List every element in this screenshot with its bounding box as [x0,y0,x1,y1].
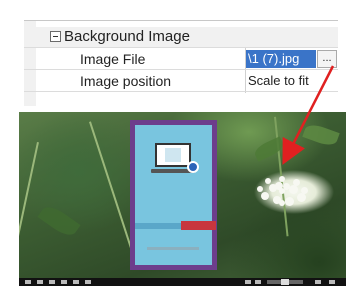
property-row-image-file[interactable]: Image File \1 (7).jpg ... [24,49,338,70]
page-red-banner [181,221,216,230]
page-footer-line [147,247,199,250]
browse-button[interactable]: ... [317,50,337,68]
leaf [252,136,286,162]
book-page [135,125,216,265]
flower-blossom [293,179,300,186]
toolbar-icon[interactable] [37,280,43,284]
toolbar-icon[interactable] [25,280,31,284]
collapse-icon[interactable] [50,31,61,42]
first-page-icon[interactable] [255,280,261,284]
image-file-input[interactable]: \1 (7).jpg [246,50,316,68]
flipbook-preview[interactable] [130,120,217,270]
last-page-icon[interactable] [329,280,335,284]
image-position-value[interactable]: Scale to fit [248,73,336,88]
plant-stem [19,142,39,260]
badge-icon [187,161,199,173]
toolbar-icon[interactable] [73,280,79,284]
category-label: Background Image [64,28,190,45]
flower-blossom [285,197,294,206]
flower-blossom [261,192,269,200]
flower-blossom [257,186,263,192]
flower-blossom [279,176,285,182]
toolbar-icon[interactable] [85,280,91,284]
flower-blossom [297,193,306,202]
property-name-image-file: Image File [80,51,146,67]
viewer-toolbar [19,278,346,286]
page-slider-thumb[interactable] [281,279,289,285]
flower-blossom [301,187,308,194]
leaf [37,202,81,240]
category-row-background-image[interactable]: Background Image [24,27,338,48]
prev-page-icon[interactable] [245,280,251,284]
flower-blossom [275,182,283,190]
laptop-icon [155,143,191,167]
plant-stem [89,121,135,256]
background-image-preview [19,112,346,286]
flower-blossom [265,178,271,184]
next-page-icon[interactable] [315,280,321,284]
toolbar-icon[interactable] [61,280,67,284]
flower-blossom [283,183,290,190]
property-grid: Background Image Image File \1 (7).jpg .… [24,20,338,106]
page-text-line [135,223,181,229]
flower-blossom [289,185,298,194]
leaf [302,121,340,149]
property-name-image-position: Image position [80,73,172,89]
toolbar-icon[interactable] [49,280,55,284]
flower-blossom [279,200,285,206]
property-row-image-position[interactable]: Image position Scale to fit [24,71,338,92]
